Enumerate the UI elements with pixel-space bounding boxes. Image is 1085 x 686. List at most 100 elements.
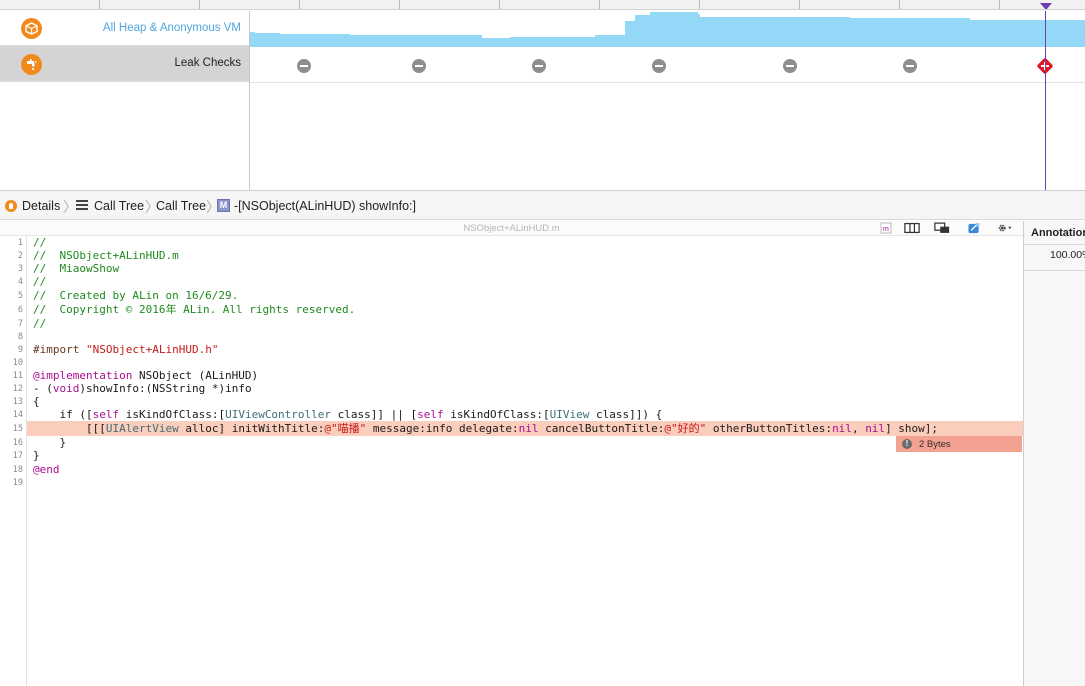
code-text: message:info delegate:: [366, 422, 519, 435]
class-name: UIView: [549, 408, 590, 421]
leak-row-divider: [250, 82, 1085, 83]
keyword: self: [417, 408, 444, 421]
method-icon: M: [217, 199, 230, 212]
track-label: All Heap & Anonymous VM: [102, 22, 241, 34]
line-number: 9: [17, 345, 23, 355]
jump-bar: Details 〉 Call Tree 〉 Call Tree 〉 M -[NS…: [0, 190, 1085, 220]
line-number: 2: [17, 251, 23, 261]
leak-check-marker[interactable]: [412, 59, 426, 73]
annotation-header[interactable]: Annotation: [1024, 221, 1085, 245]
keyword: self: [92, 408, 120, 421]
ruler-tick: [699, 0, 700, 9]
leak-check-marker[interactable]: [652, 59, 666, 73]
ruler-tick: [299, 0, 300, 9]
gear-icon[interactable]: [997, 222, 1013, 234]
line-number: 3: [17, 264, 23, 274]
xcode-icon[interactable]: [966, 222, 982, 234]
code-text: class]]) {: [589, 408, 663, 421]
leak-check-marker[interactable]: [783, 59, 797, 73]
code-text: alloc] initWithTitle:: [178, 422, 325, 435]
leak-annotation-badge[interactable]: ! 2 Bytes: [896, 436, 1022, 452]
warning-icon: !: [902, 439, 912, 449]
line-number: 15: [12, 424, 23, 434]
keyword: @implementation: [33, 369, 133, 382]
ruler-tick: [999, 0, 1000, 9]
keyword: void: [52, 382, 80, 395]
chevron-right-icon: 〉: [63, 199, 77, 215]
layout-columns-icon[interactable]: [904, 222, 920, 234]
line-number: 16: [12, 438, 23, 448]
code-line-5: // Created by ALin on 16/6/29.: [33, 289, 239, 302]
track-leaks[interactable]: Leak Checks: [0, 46, 249, 82]
objc-file-icon[interactable]: m: [878, 222, 894, 234]
ruler-tick: [899, 0, 900, 9]
annotation-value: 100.00%: [1050, 249, 1085, 261]
source-editor[interactable]: NSObject+ALinHUD.m m 1 2 3 4 5 6 7 8 9 10 11 12 13 14…: [0, 221, 1023, 686]
timeline-graph[interactable]: [250, 11, 1085, 190]
code-text: [[[: [33, 422, 106, 435]
leak-check-marker[interactable]: [532, 59, 546, 73]
code-line-18: @end: [33, 463, 60, 476]
code-line-11: @implementation NSObject (ALinHUD): [33, 369, 258, 382]
line-number: 11: [12, 371, 23, 381]
code-line-13: {: [33, 395, 40, 408]
ruler-tick: [399, 0, 400, 9]
heap-graph: [250, 12, 1085, 47]
line-number: 12: [12, 384, 23, 394]
crumb-details[interactable]: Details: [22, 199, 60, 213]
code-text: ] show];: [885, 422, 939, 435]
code-line-9: #import "NSObject+ALinHUD.h": [33, 343, 218, 356]
line-number: 17: [12, 451, 23, 461]
string-literal: @"好的": [664, 422, 707, 435]
annotation-divider: [1024, 270, 1085, 271]
keyword: nil: [865, 422, 886, 435]
line-number: 6: [17, 305, 23, 315]
heap-cube-icon: [21, 18, 42, 39]
import-path: "NSObject+ALinHUD.h": [85, 343, 219, 356]
list-icon: [76, 200, 88, 210]
line-number-gutter: 1 2 3 4 5 6 7 8 9 10 11 12 13 14 15 16 17 18 19: [0, 236, 27, 686]
leak-faucet-icon: [21, 54, 42, 75]
playhead-line[interactable]: [1045, 11, 1046, 190]
code-text: isKindOfClass:[: [443, 408, 550, 421]
line-number: 7: [17, 319, 23, 329]
leak-check-marker[interactable]: [297, 59, 311, 73]
code-text: otherButtonTitles:: [706, 422, 833, 435]
code-line-1: //: [33, 236, 47, 249]
track-allocations[interactable]: All Heap & Anonymous VM: [0, 11, 249, 46]
code-text: )showInfo:(NSString *)info: [79, 382, 252, 395]
code-line-15: [[[UIAlertView alloc] initWithTitle:@"喵播…: [33, 422, 938, 435]
playhead-handle[interactable]: [1040, 3, 1052, 9]
timeline-ruler[interactable]: [0, 0, 1085, 10]
crumb-method[interactable]: -[NSObject(ALinHUD) showInfo:]: [234, 199, 416, 213]
code-line-2: // NSObject+ALinHUD.m: [33, 249, 179, 262]
code-line-4: //: [33, 275, 47, 288]
leak-check-marker[interactable]: [903, 59, 917, 73]
details-icon: [5, 200, 17, 212]
class-name: UIViewController: [225, 408, 332, 421]
crumb-call-tree-2[interactable]: Call Tree: [156, 199, 206, 213]
line-number: 10: [12, 358, 23, 368]
code-text: class]] || [: [331, 408, 418, 421]
keyword: nil: [832, 422, 852, 435]
code-line-16: }: [33, 436, 67, 449]
leak-size: 2 Bytes: [919, 439, 951, 450]
import-directive: #import: [33, 343, 86, 356]
ruler-tick: [799, 0, 800, 9]
code-text: NSObject (ALinHUD): [132, 369, 259, 382]
window-toggle-icon[interactable]: [934, 222, 950, 234]
class-name: UIAlertView: [105, 422, 179, 435]
ruler-tick: [199, 0, 200, 9]
crumb-call-tree[interactable]: Call Tree: [94, 199, 144, 213]
ruler-tick: [499, 0, 500, 9]
annotation-pane: Annotation 100.00%: [1023, 221, 1085, 686]
string-literal: @"喵播": [324, 422, 367, 435]
line-number: 18: [12, 465, 23, 475]
ruler-tick: [99, 0, 100, 9]
line-number: 19: [12, 478, 23, 488]
code-line-3: // MiaowShow: [33, 262, 120, 275]
line-number: 8: [17, 332, 23, 342]
annotation-title: Annotation: [1031, 227, 1085, 239]
code-text: - (: [33, 382, 53, 395]
line-number: 5: [17, 291, 23, 301]
